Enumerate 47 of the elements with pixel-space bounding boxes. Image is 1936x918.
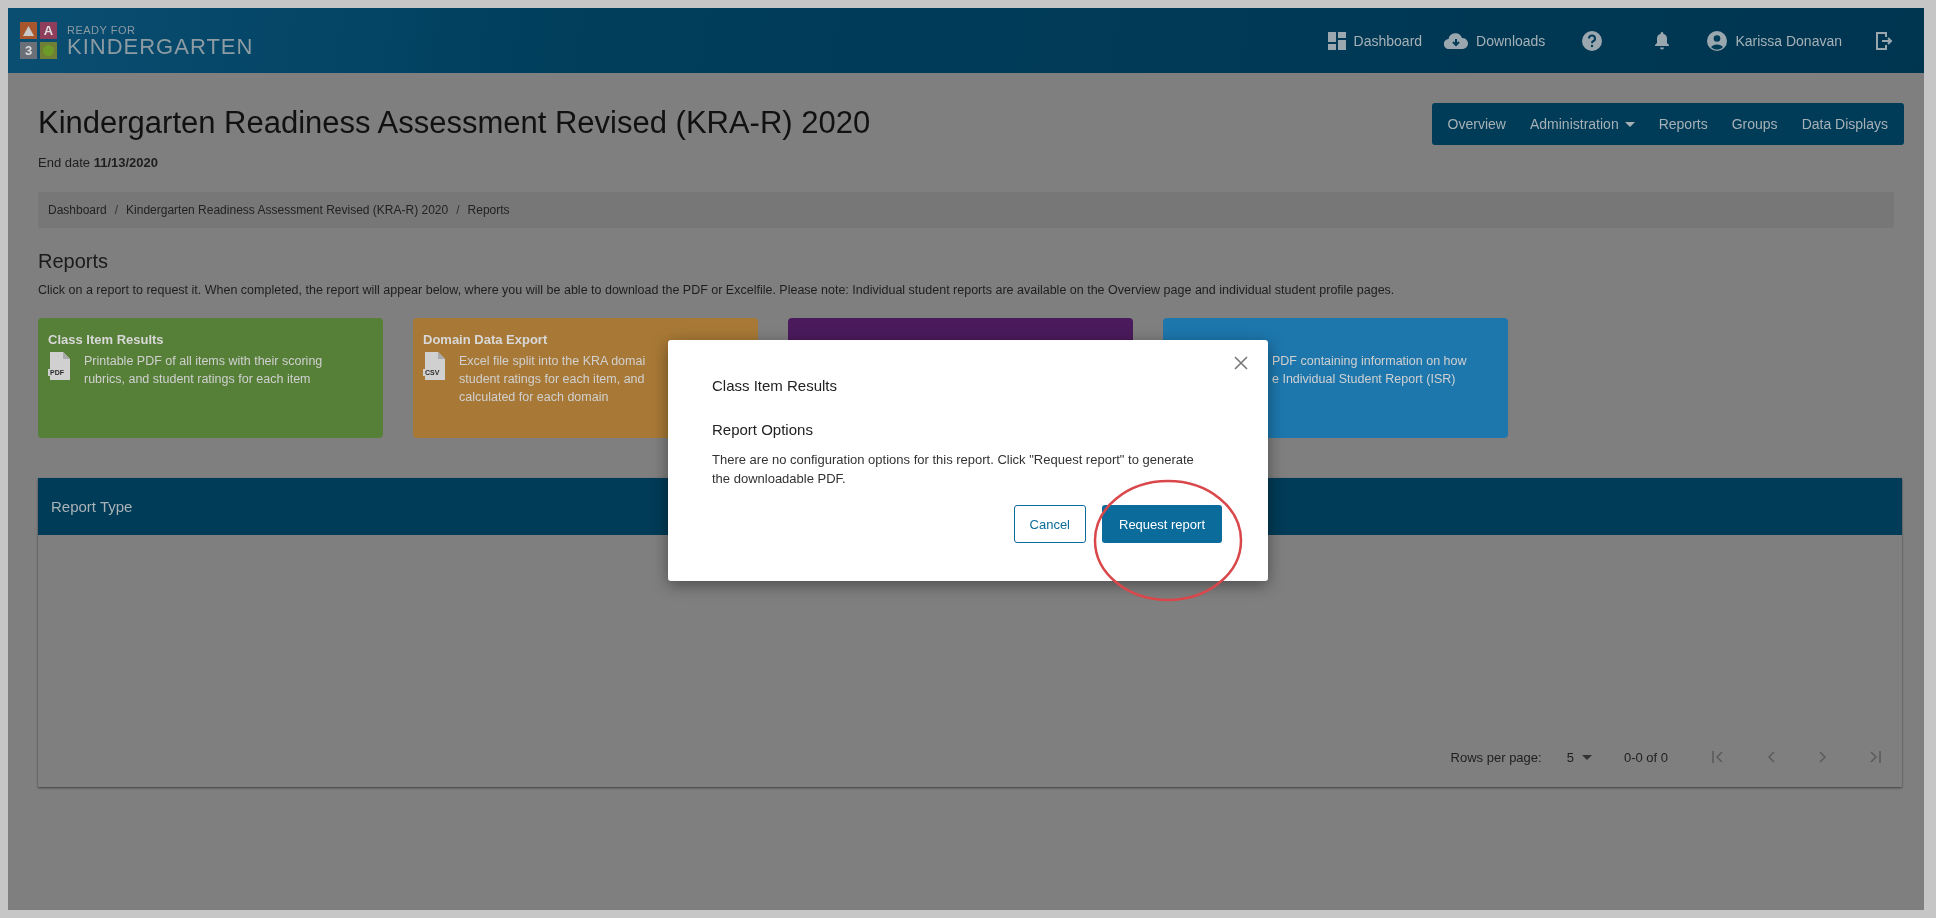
next-page-icon[interactable] bbox=[1819, 751, 1826, 763]
rows-per-page-label: Rows per page: bbox=[1450, 749, 1542, 765]
notification-bell-icon bbox=[1654, 31, 1671, 50]
card-title: Class Item Results bbox=[48, 332, 165, 347]
page-title: Kindergarten Readiness Assessment Revised (KRA-R) 2020 bbox=[38, 105, 871, 141]
nav-tab[interactable]: Administration bbox=[1517, 103, 1647, 145]
download-nav-button[interactable]: Downloads bbox=[1433, 26, 1557, 55]
logo-wordmark: KINDERGARTEN bbox=[67, 35, 254, 58]
caret-icon[interactable] bbox=[1581, 754, 1592, 760]
breadcrumb-link[interactable]: Dashboard bbox=[48, 203, 107, 217]
card-description: Excel file split into the KRA domai student ratings for each item, and calculated for each domain bbox=[459, 353, 646, 406]
logo-tagline: READY FOR bbox=[67, 23, 137, 36]
breadcrumb-separator: / bbox=[114, 203, 119, 217]
user-nav-button[interactable]: Karissa Donavan bbox=[1696, 24, 1853, 57]
nav-tab[interactable]: Data Displays bbox=[1789, 103, 1900, 145]
circle-icon bbox=[43, 45, 54, 56]
dashboard-nav-button[interactable]: Dashboard bbox=[1316, 25, 1434, 56]
card-title: Domain Data Export bbox=[423, 332, 549, 347]
logo-letter: A bbox=[43, 23, 54, 38]
breadcrumb-link[interactable]: Kindergarten Readiness Assessment Revised (KRA-R) 2020 bbox=[126, 203, 449, 217]
rows-per-page-select[interactable]: 5 bbox=[1566, 749, 1574, 765]
help-icon bbox=[1582, 30, 1603, 51]
user-avatar-icon bbox=[1707, 30, 1728, 51]
dialog-message: There are no configuration options for this report. Click "Request report" to generate the downloadable PDF. bbox=[712, 451, 1195, 488]
breadcrumb-separator: / bbox=[456, 203, 460, 217]
nav-tab[interactable]: Groups bbox=[1719, 103, 1790, 145]
last-page-icon[interactable] bbox=[1870, 750, 1882, 764]
nav-tab[interactable]: Overview bbox=[1435, 103, 1518, 145]
dashboard-icon bbox=[1327, 31, 1346, 50]
card-description: Printable PDF of all items with their scoring rubrics, and student ratings for each item bbox=[84, 353, 323, 388]
first-page-icon[interactable] bbox=[1712, 750, 1724, 764]
logo-letter: 3 bbox=[24, 43, 33, 58]
cancel-button[interactable]: Cancel bbox=[1013, 505, 1086, 543]
breadcrumb-link[interactable]: Reports bbox=[467, 203, 510, 217]
triangle-icon bbox=[23, 25, 34, 36]
request-report-button[interactable]: Request report bbox=[1102, 505, 1222, 543]
close-icon[interactable] bbox=[1234, 356, 1248, 370]
end-date: End date 11/13/2020 bbox=[38, 155, 160, 170]
section-description: Click on a report to request it. When completed, the report will appear below, where you will be able to download the PDF or Excelfile. Please note: Individual student reports are available on the Overview page and individual student profile pages. bbox=[38, 283, 1396, 297]
nav-tab[interactable]: Reports bbox=[1646, 103, 1720, 145]
card-description: PDF containing information on how e Individual Student Report (ISR) bbox=[1272, 353, 1467, 388]
cloud-download-icon bbox=[1444, 32, 1469, 49]
previous-page-icon[interactable] bbox=[1768, 751, 1775, 763]
section-title: Reports bbox=[38, 250, 110, 273]
page-range: 0-0 of 0 bbox=[1623, 749, 1668, 765]
column-header: Report Type bbox=[51, 498, 133, 515]
logout-icon bbox=[1875, 30, 1893, 51]
